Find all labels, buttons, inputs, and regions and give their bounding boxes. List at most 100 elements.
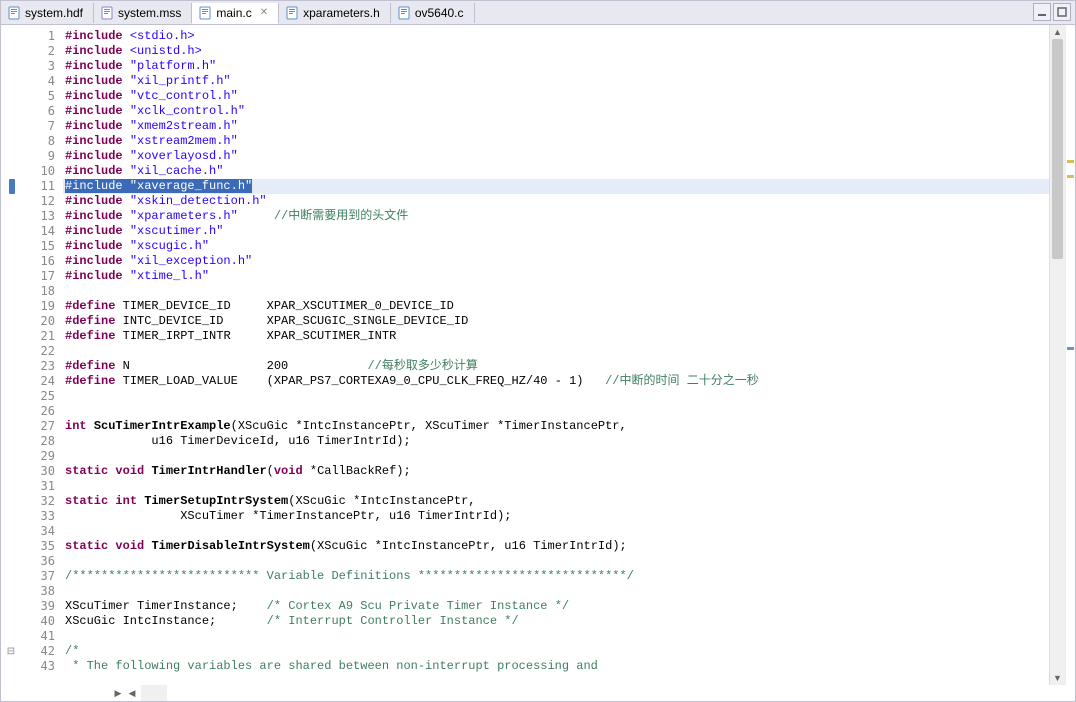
code-line[interactable]: #include <unistd.h>	[63, 44, 1049, 59]
marker-slot[interactable]	[1, 599, 21, 614]
code-line[interactable]	[63, 404, 1049, 419]
code-line[interactable]	[63, 389, 1049, 404]
overview-mark[interactable]	[1067, 347, 1074, 350]
code-line[interactable]: u16 TimerDeviceId, u16 TimerIntrId);	[63, 434, 1049, 449]
marker-slot[interactable]	[1, 479, 21, 494]
marker-slot[interactable]	[1, 134, 21, 149]
marker-slot[interactable]	[1, 44, 21, 59]
code-line[interactable]: static int TimerSetupIntrSystem(XScuGic …	[63, 494, 1049, 509]
code-line[interactable]: #include "xstream2mem.h"	[63, 134, 1049, 149]
code-line[interactable]: XScuTimer *TimerInstancePtr, u16 TimerIn…	[63, 509, 1049, 524]
marker-slot[interactable]	[1, 209, 21, 224]
code-line[interactable]: #define TIMER_LOAD_VALUE (XPAR_PS7_CORTE…	[63, 374, 1049, 389]
marker-slot[interactable]	[1, 329, 21, 344]
code-line[interactable]	[63, 554, 1049, 569]
marker-slot[interactable]	[1, 179, 21, 194]
marker-slot[interactable]	[1, 119, 21, 134]
marker-slot[interactable]	[1, 194, 21, 209]
marker-slot[interactable]	[1, 269, 21, 284]
marker-slot[interactable]	[1, 89, 21, 104]
marker-slot[interactable]	[1, 149, 21, 164]
code-line[interactable]: /************************** Variable Def…	[63, 569, 1049, 584]
marker-slot[interactable]	[1, 389, 21, 404]
fold-icon[interactable]: ⊟	[7, 646, 15, 657]
scroll-down-arrow[interactable]: ▼	[1050, 671, 1065, 685]
close-icon[interactable]: ✕	[260, 7, 268, 18]
marker-slot[interactable]	[1, 554, 21, 569]
code-line[interactable]: #include "xtime_l.h"	[63, 269, 1049, 284]
marker-slot[interactable]	[1, 494, 21, 509]
marker-slot[interactable]	[1, 434, 21, 449]
minimize-button[interactable]	[1033, 3, 1051, 21]
code-line[interactable]: #include "xil_printf.h"	[63, 74, 1049, 89]
overview-ruler[interactable]	[1065, 25, 1075, 685]
marker-slot[interactable]	[1, 104, 21, 119]
code-line[interactable]: #include "xclk_control.h"	[63, 104, 1049, 119]
scroll-left-arrow[interactable]: ◀	[125, 686, 139, 701]
code-line[interactable]: /*	[63, 644, 1049, 659]
marker-slot[interactable]	[1, 374, 21, 389]
code-line[interactable]: #include "xscutimer.h"	[63, 224, 1049, 239]
marker-slot[interactable]	[1, 254, 21, 269]
code-line[interactable]: XScuTimer TimerInstance; /* Cortex A9 Sc…	[63, 599, 1049, 614]
overview-mark[interactable]	[1067, 175, 1074, 178]
code-line[interactable]: #define TIMER_IRPT_INTR XPAR_SCUTIMER_IN…	[63, 329, 1049, 344]
code-line[interactable]: #include "xmem2stream.h"	[63, 119, 1049, 134]
code-line[interactable]: #include "xil_cache.h"	[63, 164, 1049, 179]
code-line[interactable]: #define N 200 //每秒取多少秒计算	[63, 359, 1049, 374]
scroll-right-arrow[interactable]: ▶	[111, 686, 125, 701]
marker-slot[interactable]	[1, 299, 21, 314]
code-line[interactable]: #define INTC_DEVICE_ID XPAR_SCUGIC_SINGL…	[63, 314, 1049, 329]
marker-slot[interactable]	[1, 404, 21, 419]
code-line[interactable]	[63, 284, 1049, 299]
code-line[interactable]: int ScuTimerIntrExample(XScuGic *IntcIns…	[63, 419, 1049, 434]
code-line[interactable]: XScuGic IntcInstance; /* Interrupt Contr…	[63, 614, 1049, 629]
marker-slot[interactable]	[1, 629, 21, 644]
tab-main-c[interactable]: main.c✕	[192, 3, 279, 24]
code-line[interactable]: #include "xoverlayosd.h"	[63, 149, 1049, 164]
tab-xparameters-h[interactable]: xparameters.h	[279, 3, 391, 23]
code-line[interactable]: #define TIMER_DEVICE_ID XPAR_XSCUTIMER_0…	[63, 299, 1049, 314]
marker-slot[interactable]	[1, 344, 21, 359]
maximize-button[interactable]	[1053, 3, 1071, 21]
marker-slot[interactable]	[1, 359, 21, 374]
code-line[interactable]: static void TimerDisableIntrSystem(XScuG…	[63, 539, 1049, 554]
breakpoint-marker[interactable]	[9, 179, 15, 194]
overview-mark[interactable]	[1067, 160, 1074, 163]
marker-slot[interactable]	[1, 659, 21, 674]
scroll-thumb[interactable]	[1052, 39, 1063, 259]
code-line[interactable]	[63, 479, 1049, 494]
tab-ov5640-c[interactable]: ov5640.c	[391, 3, 475, 23]
code-line[interactable]: #include "xil_exception.h"	[63, 254, 1049, 269]
tab-system-hdf[interactable]: system.hdf	[1, 3, 94, 23]
code-line[interactable]: #include "xparameters.h" //中断需要用到的头文件	[63, 209, 1049, 224]
marker-slot[interactable]	[1, 239, 21, 254]
marker-slot[interactable]	[1, 569, 21, 584]
code-line[interactable]: * The following variables are shared bet…	[63, 659, 1049, 674]
marker-slot[interactable]	[1, 224, 21, 239]
marker-slot[interactable]	[1, 284, 21, 299]
marker-slot[interactable]	[1, 59, 21, 74]
marker-slot[interactable]	[1, 74, 21, 89]
code-line[interactable]	[63, 449, 1049, 464]
marker-slot[interactable]	[1, 539, 21, 554]
code-line[interactable]: #include "xaverage_func.h"	[63, 179, 1049, 194]
code-line[interactable]	[63, 524, 1049, 539]
marker-slot[interactable]: ⊟	[1, 644, 21, 659]
code-line[interactable]: static void TimerIntrHandler(void *CallB…	[63, 464, 1049, 479]
marker-slot[interactable]	[1, 449, 21, 464]
code-area[interactable]: #include <stdio.h>#include <unistd.h>#in…	[63, 25, 1049, 685]
marker-slot[interactable]	[1, 584, 21, 599]
code-line[interactable]: #include "xscugic.h"	[63, 239, 1049, 254]
code-line[interactable]	[63, 584, 1049, 599]
marker-slot[interactable]	[1, 509, 21, 524]
scroll-up-arrow[interactable]: ▲	[1050, 25, 1065, 39]
code-line[interactable]: #include "xskin_detection.h"	[63, 194, 1049, 209]
marker-slot[interactable]	[1, 614, 21, 629]
code-line[interactable]	[63, 629, 1049, 644]
code-line[interactable]	[63, 344, 1049, 359]
marker-slot[interactable]	[1, 524, 21, 539]
marker-slot[interactable]	[1, 164, 21, 179]
marker-slot[interactable]	[1, 464, 21, 479]
vertical-scrollbar[interactable]: ▲ ▼	[1049, 25, 1065, 685]
